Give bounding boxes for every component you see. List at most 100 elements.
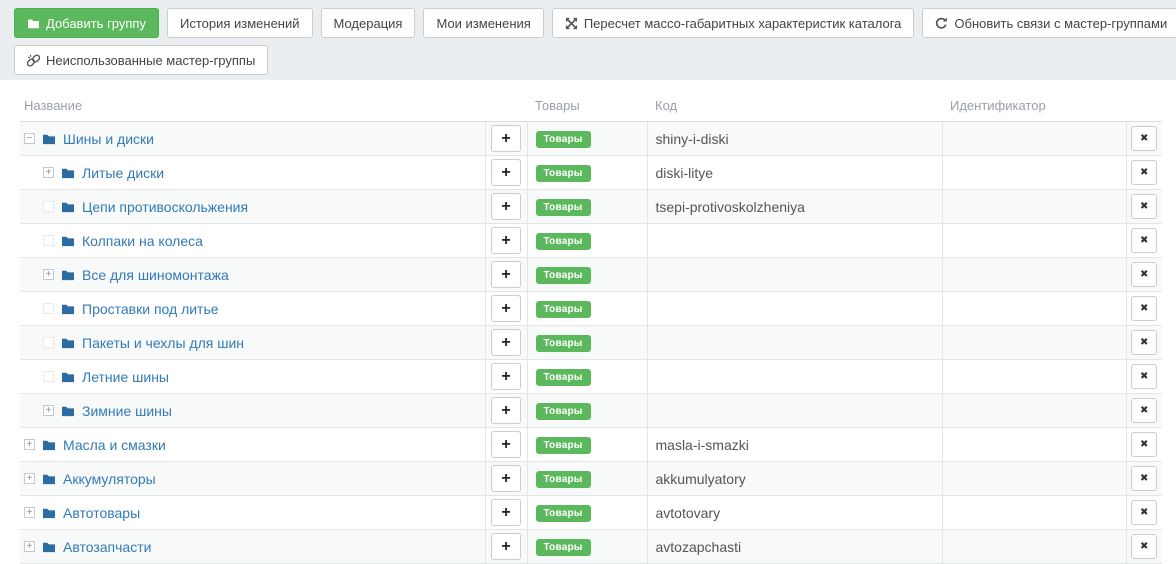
goods-badge[interactable]: Товары: [536, 437, 591, 454]
history-button[interactable]: История изменений: [167, 8, 313, 38]
table-row: + Автотовары + Товары avtotovary ✖: [20, 496, 1162, 530]
add-subgroup-button[interactable]: +: [491, 295, 521, 322]
table-row: Летние шины + Товары ✖: [20, 360, 1162, 394]
group-code: tsepi-protivoskolzheniya: [656, 199, 805, 215]
group-code: diski-litye: [656, 165, 714, 181]
goods-badge[interactable]: Товары: [536, 165, 591, 182]
group-name-link[interactable]: Пакеты и чехлы для шин: [82, 335, 244, 351]
group-name-link[interactable]: Цепи противоскольжения: [82, 199, 248, 215]
add-subgroup-button[interactable]: +: [491, 431, 521, 458]
group-name-link[interactable]: Летние шины: [82, 369, 169, 385]
button-label: Мои изменения: [436, 16, 530, 31]
goods-badge[interactable]: Товары: [536, 199, 591, 216]
table-header-row: Название Товары Код Идентификатор: [20, 88, 1162, 122]
group-name-cell: Цепи противоскольжения: [24, 199, 477, 215]
table-row: + Все для шиномонтажа + Товары ✖: [20, 258, 1162, 292]
tree-toggle: [43, 201, 54, 212]
tree-toggle[interactable]: +: [43, 405, 54, 416]
delete-group-button[interactable]: ✖: [1131, 262, 1157, 287]
add-subgroup-button[interactable]: +: [491, 193, 521, 220]
table-row: Цепи противоскольжения + Товары tsepi-pr…: [20, 190, 1162, 224]
goods-badge[interactable]: Товары: [536, 539, 591, 556]
tree-toggle[interactable]: +: [24, 541, 35, 552]
delete-group-button[interactable]: ✖: [1131, 432, 1157, 457]
add-subgroup-button[interactable]: +: [491, 261, 521, 288]
delete-group-button[interactable]: ✖: [1131, 126, 1157, 151]
goods-badge[interactable]: Товары: [536, 301, 591, 318]
delete-group-button[interactable]: ✖: [1131, 160, 1157, 185]
recalc-dimensions-button[interactable]: Пересчет массо-габаритных характеристик …: [552, 8, 915, 38]
add-subgroup-button[interactable]: +: [491, 397, 521, 424]
group-name-cell: + Автозапчасти: [24, 539, 477, 555]
group-name-link[interactable]: Шины и диски: [63, 131, 154, 147]
goods-badge[interactable]: Товары: [536, 369, 591, 386]
add-subgroup-button[interactable]: +: [491, 363, 521, 390]
delete-group-button[interactable]: ✖: [1131, 228, 1157, 253]
goods-badge[interactable]: Товары: [536, 335, 591, 352]
group-name-link[interactable]: Масла и смазки: [63, 437, 166, 453]
toolbar: Добавить группу История изменений Модера…: [0, 0, 1176, 80]
moderation-button[interactable]: Модерация: [321, 8, 416, 38]
button-label: Неиспользованные мастер-группы: [46, 53, 255, 68]
group-name-cell: + Все для шиномонтажа: [24, 267, 477, 283]
folder-icon: [42, 507, 56, 519]
tree-toggle[interactable]: +: [43, 167, 54, 178]
add-subgroup-button[interactable]: +: [491, 465, 521, 492]
goods-badge[interactable]: Товары: [536, 267, 591, 284]
tree-toggle: [43, 337, 54, 348]
refresh-master-links-button[interactable]: Обновить связи с мастер-группами: [922, 8, 1176, 38]
goods-badge[interactable]: Товары: [536, 471, 591, 488]
add-group-button[interactable]: Добавить группу: [14, 8, 159, 38]
add-subgroup-button[interactable]: +: [491, 329, 521, 356]
tree-toggle[interactable]: +: [24, 473, 35, 484]
delete-group-button[interactable]: ✖: [1131, 194, 1157, 219]
add-subgroup-button[interactable]: +: [491, 125, 521, 152]
group-code: akkumulyatory: [656, 471, 746, 487]
group-name-link[interactable]: Проставки под литье: [82, 301, 219, 317]
add-subgroup-button[interactable]: +: [491, 159, 521, 186]
add-subgroup-button[interactable]: +: [491, 533, 521, 560]
goods-badge[interactable]: Товары: [536, 233, 591, 250]
delete-group-button[interactable]: ✖: [1131, 534, 1157, 559]
group-name-cell: Летние шины: [24, 369, 477, 385]
delete-group-button[interactable]: ✖: [1131, 466, 1157, 491]
tree-toggle[interactable]: −: [24, 133, 35, 144]
group-name-link[interactable]: Автозапчасти: [63, 539, 151, 555]
group-name-link[interactable]: Литые диски: [82, 165, 164, 181]
delete-group-button[interactable]: ✖: [1131, 330, 1157, 355]
group-name-cell: Проставки под литье: [24, 301, 477, 317]
delete-group-button[interactable]: ✖: [1131, 398, 1157, 423]
delete-group-button[interactable]: ✖: [1131, 364, 1157, 389]
folder-icon: [61, 201, 75, 213]
groups-table-panel: Название Товары Код Идентификатор − Шины…: [0, 80, 1176, 564]
tree-toggle[interactable]: +: [43, 269, 54, 280]
tree-toggle: [43, 303, 54, 314]
group-name-cell: Пакеты и чехлы для шин: [24, 335, 477, 351]
group-code: masla-i-smazki: [656, 437, 749, 453]
group-name-link[interactable]: Колпаки на колеса: [82, 233, 203, 249]
unused-master-groups-button[interactable]: Неиспользованные мастер-группы: [14, 45, 268, 75]
delete-group-button[interactable]: ✖: [1131, 296, 1157, 321]
tree-toggle[interactable]: +: [24, 507, 35, 518]
tree-toggle: [43, 371, 54, 382]
goods-badge[interactable]: Товары: [536, 505, 591, 522]
add-subgroup-button[interactable]: +: [491, 227, 521, 254]
tree-toggle[interactable]: +: [24, 439, 35, 450]
group-name-link[interactable]: Зимние шины: [82, 403, 172, 419]
folder-icon: [61, 303, 75, 315]
folder-icon: [42, 473, 56, 485]
goods-badge[interactable]: Товары: [536, 403, 591, 420]
folder-icon: [27, 18, 40, 29]
group-name-link[interactable]: Аккумуляторы: [63, 471, 156, 487]
group-name-cell: + Масла и смазки: [24, 437, 477, 453]
delete-group-button[interactable]: ✖: [1131, 500, 1157, 525]
folder-icon: [42, 541, 56, 553]
button-label: Добавить группу: [46, 16, 146, 31]
table-row: Пакеты и чехлы для шин + Товары ✖: [20, 326, 1162, 360]
add-subgroup-button[interactable]: +: [491, 499, 521, 526]
group-name-link[interactable]: Все для шиномонтажа: [82, 267, 229, 283]
column-header-identifier: Идентификатор: [942, 88, 1126, 122]
my-changes-button[interactable]: Мои изменения: [423, 8, 543, 38]
column-header-code: Код: [647, 88, 942, 122]
goods-badge[interactable]: Товары: [536, 131, 591, 148]
